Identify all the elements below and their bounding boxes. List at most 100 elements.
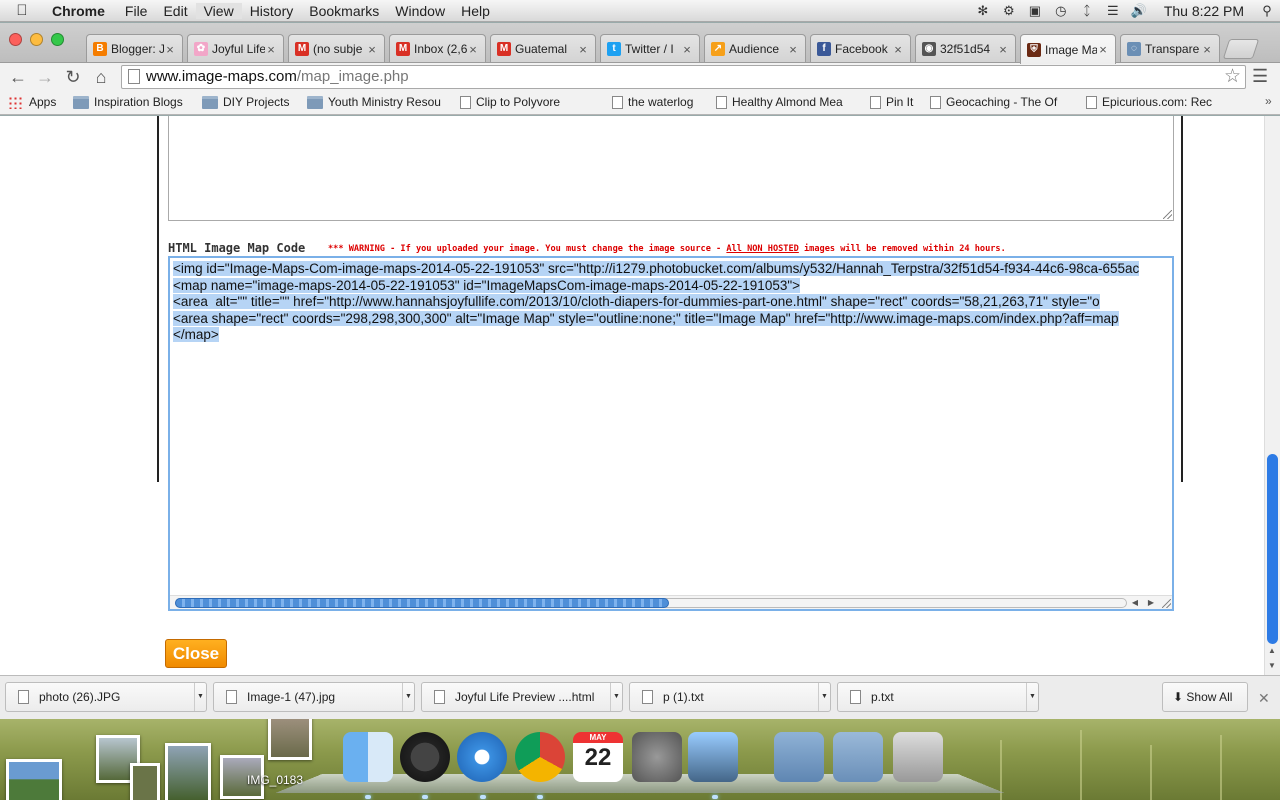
time-machine-icon[interactable]: ◷ xyxy=(1048,3,1074,19)
applications-folder-icon[interactable] xyxy=(774,732,824,782)
download-item[interactable]: Image-1 (47).jpg ▼ xyxy=(213,682,415,712)
tab-close-icon[interactable]: × xyxy=(467,42,479,57)
system-preferences-icon[interactable] xyxy=(632,732,682,782)
show-all-downloads-button[interactable]: ⬇ Show All xyxy=(1162,682,1248,712)
download-menu-icon[interactable]: ▼ xyxy=(194,683,206,711)
bookmark-item[interactable]: Epicurious.com: Rec xyxy=(1086,95,1226,109)
bookmark-item[interactable]: Healthy Almond Mea xyxy=(716,95,856,109)
download-item[interactable]: photo (26).JPG ▼ xyxy=(5,682,207,712)
browser-tab[interactable]: f Facebook × xyxy=(810,34,911,63)
window-zoom-button[interactable] xyxy=(51,33,64,46)
resize-grip-icon[interactable] xyxy=(1163,210,1172,219)
chrome-icon[interactable] xyxy=(515,732,565,782)
bookmark-item[interactable]: Youth Ministry Resou xyxy=(307,95,447,109)
documents-folder-icon[interactable] xyxy=(833,732,883,782)
bookmark-item[interactable]: Inspiration Blogs xyxy=(73,95,195,109)
bookmark-item[interactable]: Geocaching - The Of xyxy=(930,95,1070,109)
browser-tab[interactable]: M (no subje × xyxy=(288,34,385,63)
desktop-photo-icon[interactable] xyxy=(268,719,312,760)
app-menu[interactable]: Chrome xyxy=(44,3,117,19)
tab-close-icon[interactable]: × xyxy=(1201,42,1213,57)
calendar-icon[interactable]: MAY 22 xyxy=(573,732,623,782)
volume-icon[interactable]: 🔊 xyxy=(1126,3,1152,19)
menu-file[interactable]: File xyxy=(117,3,156,19)
horizontal-scrollbar[interactable]: ◀ ▶ xyxy=(170,595,1172,609)
iphoto-icon[interactable] xyxy=(688,732,738,782)
page-scrollbar-thumb[interactable] xyxy=(1267,454,1278,644)
tab-close-icon[interactable]: × xyxy=(997,42,1009,57)
close-shelf-icon[interactable]: ✕ xyxy=(1258,690,1270,707)
bookmark-item[interactable]: Pin It xyxy=(870,95,920,109)
tools-status-icon[interactable]: ⚙ xyxy=(996,3,1022,19)
menubar-clock[interactable]: Thu 8:22 PM xyxy=(1152,3,1254,19)
apple-menu-icon[interactable]:  xyxy=(0,2,44,19)
menu-window[interactable]: Window xyxy=(387,3,453,19)
tab-close-icon[interactable]: × xyxy=(1097,42,1109,57)
browser-tab[interactable]: t Twitter / I × xyxy=(600,34,700,63)
tab-close-icon[interactable]: × xyxy=(366,42,378,57)
image-map-code-textarea[interactable]: <img id="Image-Maps-Com-image-maps-2014-… xyxy=(168,256,1174,611)
home-icon[interactable]: ⌂ xyxy=(89,66,113,88)
address-bar[interactable]: www.image-maps.com/map_image.php ☆ xyxy=(121,65,1246,89)
finder-icon[interactable] xyxy=(343,732,393,782)
window-close-button[interactable] xyxy=(9,33,22,46)
tab-close-icon[interactable]: × xyxy=(577,42,589,57)
spotlight-search-icon[interactable]: ⚲ xyxy=(1254,3,1280,19)
bookmarks-overflow-icon[interactable]: » xyxy=(1265,94,1272,108)
tab-close-icon[interactable]: × xyxy=(164,42,176,57)
browser-tab[interactable]: ⛨ Image Ma × xyxy=(1020,34,1116,64)
trash-icon[interactable] xyxy=(893,732,943,782)
dashboard-icon[interactable] xyxy=(400,732,450,782)
scroll-left-icon[interactable]: ◀ xyxy=(1128,597,1142,609)
browser-tab[interactable]: ✿ Joyful Life × xyxy=(187,34,284,63)
download-menu-icon[interactable]: ▼ xyxy=(402,683,414,711)
close-button[interactable]: Close xyxy=(165,639,227,668)
bookmark-star-icon[interactable]: ☆ xyxy=(1224,66,1241,88)
desktop-photo-icon[interactable] xyxy=(165,743,211,800)
bookmark-item[interactable]: Apps xyxy=(8,95,68,109)
browser-tab[interactable]: M Inbox (2,6 × xyxy=(389,34,486,63)
scrollbar-thumb[interactable] xyxy=(175,598,669,608)
page-vertical-scrollbar[interactable]: ▲ ▼ xyxy=(1264,116,1280,675)
desktop-photo-icon[interactable] xyxy=(6,759,62,800)
menu-edit[interactable]: Edit xyxy=(155,3,195,19)
browser-tab[interactable]: B Blogger: J × xyxy=(86,34,183,63)
reload-icon[interactable]: ↻ xyxy=(61,66,85,88)
tab-close-icon[interactable]: × xyxy=(265,42,277,57)
bookmark-item[interactable]: DIY Projects xyxy=(202,95,302,109)
scroll-up-icon[interactable]: ▲ xyxy=(1268,646,1276,655)
desktop-photo-icon[interactable] xyxy=(130,763,160,800)
new-tab-button[interactable] xyxy=(1222,39,1260,59)
download-menu-icon[interactable]: ▼ xyxy=(818,683,830,711)
forward-arrow-icon[interactable]: → xyxy=(33,66,57,88)
download-item[interactable]: Joyful Life Preview ....html ▼ xyxy=(421,682,623,712)
scroll-right-icon[interactable]: ▶ xyxy=(1144,597,1158,609)
dropbox-status-icon[interactable]: ✻ xyxy=(970,3,996,19)
tab-close-icon[interactable]: × xyxy=(787,42,799,57)
scroll-down-icon[interactable]: ▼ xyxy=(1268,661,1276,670)
bookmark-item[interactable]: Clip to Polyvore xyxy=(460,95,600,109)
menu-bookmarks[interactable]: Bookmarks xyxy=(301,3,387,19)
bluetooth-icon[interactable]: ᛨ xyxy=(1074,3,1100,18)
back-arrow-icon[interactable]: ← xyxy=(6,66,30,88)
download-menu-icon[interactable]: ▼ xyxy=(610,683,622,711)
bookmark-item[interactable]: the waterlog xyxy=(612,95,708,109)
download-item[interactable]: p (1).txt ▼ xyxy=(629,682,831,712)
code-resize-grip-icon[interactable] xyxy=(1162,599,1171,608)
menu-history[interactable]: History xyxy=(242,3,302,19)
display-status-icon[interactable]: ▣ xyxy=(1022,3,1048,19)
upper-textarea[interactable] xyxy=(168,116,1174,221)
browser-tab[interactable]: M Guatemal × xyxy=(490,34,596,63)
browser-tab[interactable]: ◌ Transpare × xyxy=(1120,34,1220,63)
menu-view[interactable]: View xyxy=(195,2,242,19)
tab-close-icon[interactable]: × xyxy=(681,42,693,57)
tab-close-icon[interactable]: × xyxy=(892,42,904,57)
menu-help[interactable]: Help xyxy=(453,3,498,19)
download-menu-icon[interactable]: ▼ xyxy=(1026,683,1038,711)
browser-tab[interactable]: ↗ Audience × xyxy=(704,34,806,63)
wifi-icon[interactable]: ☰ xyxy=(1100,3,1126,19)
window-minimize-button[interactable] xyxy=(30,33,43,46)
browser-tab[interactable]: ◉ 32f51d54 × xyxy=(915,34,1016,63)
download-item[interactable]: p.txt ▼ xyxy=(837,682,1039,712)
safari-icon[interactable] xyxy=(457,732,507,782)
